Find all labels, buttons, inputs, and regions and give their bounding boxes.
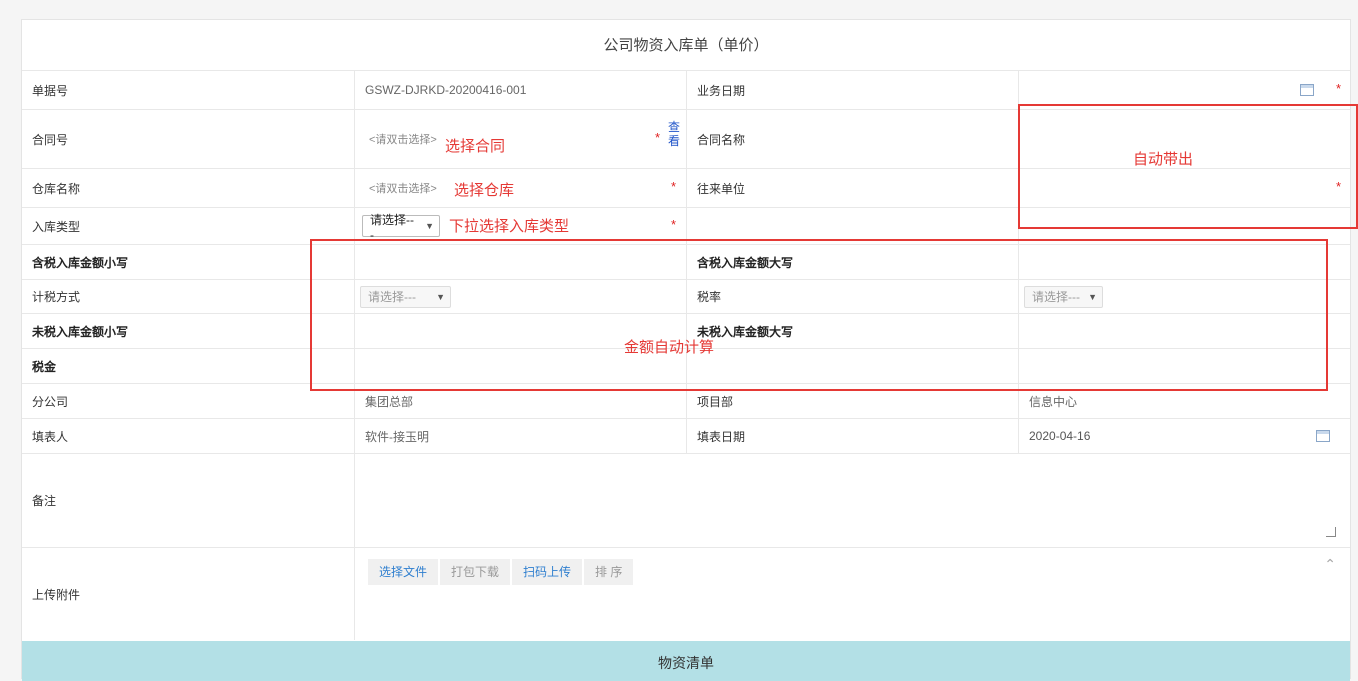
filler-value: 软件-接玉明 xyxy=(354,419,686,453)
upload-area: 选择文件 打包下载 扫码上传 排 序 ⌃ xyxy=(354,548,1350,640)
doc-no-label: 单据号 xyxy=(32,83,69,98)
chevron-up-icon[interactable]: ⌃ xyxy=(1324,556,1336,573)
download-zip-button[interactable]: 打包下载 xyxy=(440,559,511,585)
calendar-icon[interactable] xyxy=(1300,84,1314,96)
fill-date-label: 填表日期 xyxy=(686,419,1018,453)
amount-incl-tax-small-label: 含税入库金额小写 xyxy=(32,255,129,270)
upload-label: 上传附件 xyxy=(32,587,81,602)
remark-textarea[interactable] xyxy=(354,454,1350,547)
annotation-auto-calc: 金额自动计算 xyxy=(624,339,715,356)
choose-file-button[interactable]: 选择文件 xyxy=(368,559,439,585)
partner-unit-label: 往来单位 xyxy=(686,169,1018,207)
tax-label: 税金 xyxy=(32,359,57,374)
tax-method-label: 计税方式 xyxy=(32,290,81,304)
material-list-header: 物资清单 xyxy=(22,641,1350,681)
annotation-auto-fill: 自动带出 xyxy=(1133,151,1194,168)
select-value: 请选择--- xyxy=(370,212,414,242)
dropdown-arrow-icon: ▼ xyxy=(425,221,434,231)
fill-date-field[interactable]: 2020-04-16 xyxy=(1018,419,1350,453)
business-date-label: 业务日期 xyxy=(686,71,1018,109)
required-mark: * xyxy=(1335,81,1341,96)
form-title: 公司物资入库单（单价） xyxy=(22,20,1350,71)
annotation-select-warehouse: 选择仓库 xyxy=(454,182,515,199)
annotation-box-auto-calc xyxy=(310,239,1328,391)
warehouse-field[interactable]: <请双击选择> * xyxy=(354,169,686,207)
calendar-icon[interactable] xyxy=(1316,430,1330,442)
warehouse-label: 仓库名称 xyxy=(32,181,81,196)
filler-label: 填表人 xyxy=(32,429,69,444)
required-mark: * xyxy=(671,179,677,194)
resize-grip-icon[interactable] xyxy=(1326,527,1336,537)
row-remark: 备注 xyxy=(22,454,1350,548)
annotation-select-contract: 选择合同 xyxy=(445,138,506,155)
stock-in-type-select[interactable]: 请选择--- ▼ xyxy=(362,213,440,242)
row-upload: 上传附件 选择文件 打包下载 扫码上传 排 序 ⌃ xyxy=(22,548,1350,640)
contract-no-field[interactable]: <请双击选择> * 查看 xyxy=(354,110,686,168)
stock-in-type-label: 入库类型 xyxy=(32,219,81,234)
amount-excl-tax-small-label: 未税入库金额小写 xyxy=(32,324,129,339)
contract-no-label: 合同号 xyxy=(32,132,69,147)
annotation-select-type: 下拉选择入库类型 xyxy=(449,218,570,235)
required-mark: * xyxy=(655,130,661,145)
warehouse-placeholder[interactable]: <请双击选择> xyxy=(365,180,437,196)
branch-label: 分公司 xyxy=(32,394,69,409)
fill-date-value[interactable]: 2020-04-16 xyxy=(1029,429,1090,443)
required-mark: * xyxy=(671,217,677,232)
view-contract-link[interactable]: 查看 xyxy=(668,120,680,148)
row-filler: 填表人 软件-接玉明 填表日期 2020-04-16 xyxy=(22,419,1350,454)
contract-placeholder[interactable]: <请双击选择> xyxy=(365,131,437,147)
doc-no-value: GSWZ-DJRKD-20200416-001 xyxy=(354,71,686,109)
sort-button[interactable]: 排 序 xyxy=(584,559,634,585)
remark-label: 备注 xyxy=(32,494,57,508)
contract-name-label: 合同名称 xyxy=(686,110,1018,168)
scan-upload-button[interactable]: 扫码上传 xyxy=(512,559,583,585)
